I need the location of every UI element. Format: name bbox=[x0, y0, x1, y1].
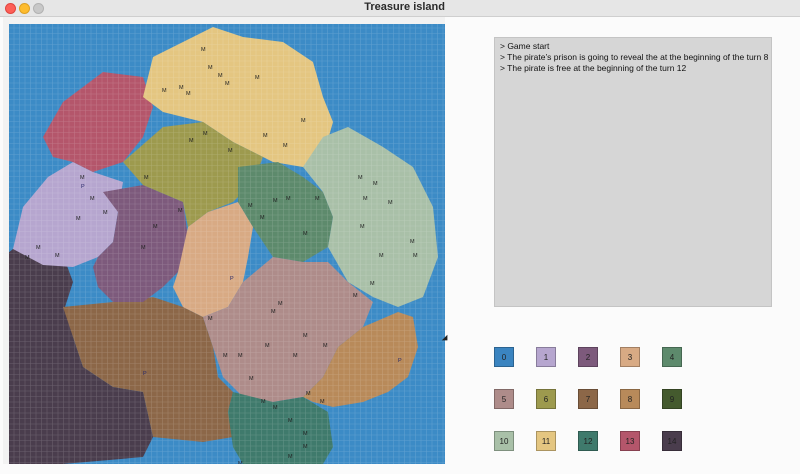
map-marker-m: M bbox=[103, 210, 108, 216]
map-marker-m: M bbox=[260, 215, 265, 221]
map-marker-m: M bbox=[203, 131, 208, 137]
map-marker-m: M bbox=[208, 65, 213, 71]
legend-swatch-5: 5 bbox=[494, 389, 514, 409]
map-marker-m: M bbox=[238, 353, 243, 359]
map-marker-m: M bbox=[208, 316, 213, 322]
map-marker-m: M bbox=[25, 255, 30, 261]
legend-swatch-8: 8 bbox=[620, 389, 640, 409]
map-marker-m: M bbox=[248, 203, 253, 209]
log-line: > The pirate is free at the beginning of… bbox=[500, 63, 687, 73]
window-title: Treasure island bbox=[364, 1, 445, 13]
map-marker-m: M bbox=[225, 81, 230, 87]
map-marker-p: P bbox=[143, 371, 147, 377]
map-marker-m: M bbox=[353, 293, 358, 299]
map-marker-m: M bbox=[288, 454, 293, 460]
map-marker-m: M bbox=[201, 47, 206, 53]
legend-swatch-1: 1 bbox=[536, 347, 556, 367]
map-marker-m: M bbox=[288, 418, 293, 424]
island-grid[interactable]: M M M M M M M M M M M M M M M M M M M M M M M M M M M M M M M M M M M M M M M M… bbox=[3, 17, 445, 464]
legend-swatch-11: 11 bbox=[536, 431, 556, 451]
legend-swatch-10: 10 bbox=[494, 431, 514, 451]
map-marker-m: M bbox=[370, 281, 375, 287]
map-marker-m: M bbox=[379, 253, 384, 259]
region-legend: 0 1 2 3 4 5 6 7 8 9 10 11 12 13 14 bbox=[494, 347, 694, 457]
map-marker-m: M bbox=[80, 175, 85, 181]
map-marker-m: M bbox=[90, 196, 95, 202]
island-map[interactable]: M M M M M M M M M M M M M M M M M M M M M M M M M M M M M M M M M M M M M M M M… bbox=[3, 17, 445, 464]
map-marker-m: M bbox=[388, 200, 393, 206]
game-log-panel: > Game start > The pirate’s prison is go… bbox=[494, 37, 772, 307]
row-index-strip bbox=[3, 17, 9, 464]
map-marker-m: M bbox=[76, 216, 81, 222]
map-marker-m: M bbox=[278, 301, 283, 307]
map-marker-m: M bbox=[306, 391, 311, 397]
map-marker-m: M bbox=[144, 175, 149, 181]
map-marker-m: M bbox=[286, 196, 291, 202]
map-marker-m: M bbox=[223, 353, 228, 359]
legend-swatch-0: 0 bbox=[494, 347, 514, 367]
map-marker-m: M bbox=[315, 196, 320, 202]
map-marker-m: M bbox=[323, 343, 328, 349]
map-marker-m: M bbox=[301, 118, 306, 124]
legend-swatch-7: 7 bbox=[578, 389, 598, 409]
map-marker-m: M bbox=[141, 245, 146, 251]
legend-swatch-13: 13 bbox=[620, 431, 640, 451]
map-marker-m: M bbox=[189, 138, 194, 144]
legend-swatch-9: 9 bbox=[662, 389, 682, 409]
legend-swatch-2: 2 bbox=[578, 347, 598, 367]
map-marker-m: M bbox=[320, 399, 325, 405]
map-marker-m: M bbox=[283, 143, 288, 149]
map-marker-m: M bbox=[178, 208, 183, 214]
map-marker-p: P bbox=[230, 276, 234, 282]
map-marker-m: M bbox=[218, 73, 223, 79]
map-marker-m: M bbox=[186, 91, 191, 97]
map-marker-m: M bbox=[413, 253, 418, 259]
map-marker-p: P bbox=[398, 358, 402, 364]
map-marker-m: M bbox=[293, 353, 298, 359]
map-marker-m: M bbox=[303, 444, 308, 450]
map-marker-m: M bbox=[162, 88, 167, 94]
map-marker-m: M bbox=[273, 198, 278, 204]
map-marker-p: P bbox=[81, 184, 85, 190]
legend-swatch-3: 3 bbox=[620, 347, 640, 367]
map-marker-m: M bbox=[303, 231, 308, 237]
map-marker-m: M bbox=[358, 175, 363, 181]
map-marker-m: M bbox=[249, 376, 254, 382]
log-line: > The pirate’s prison is going to reveal… bbox=[500, 52, 769, 62]
map-marker-m: M bbox=[153, 224, 158, 230]
app-window: Treasure island MMMMMMMMMMMMMMMMMMMMMMMM… bbox=[0, 0, 800, 474]
map-marker-m: M bbox=[263, 133, 268, 139]
map-marker-m: M bbox=[265, 343, 270, 349]
log-line: > Game start bbox=[500, 41, 550, 51]
map-marker-m: M bbox=[373, 181, 378, 187]
map-marker-m: M bbox=[363, 196, 368, 202]
legend-swatch-12: 12 bbox=[578, 431, 598, 451]
map-marker-m: M bbox=[255, 75, 260, 81]
legend-swatch-14: 14 bbox=[662, 431, 682, 451]
title-bar: Treasure island bbox=[0, 0, 800, 17]
map-marker-m: M bbox=[271, 309, 276, 315]
legend-swatch-6: 6 bbox=[536, 389, 556, 409]
map-marker-m: M bbox=[360, 224, 365, 230]
map-marker-m: M bbox=[179, 85, 184, 91]
legend-swatch-4: 4 bbox=[662, 347, 682, 367]
column-index-strip bbox=[3, 17, 445, 24]
map-marker-m: M bbox=[410, 239, 415, 245]
map-marker-m: M bbox=[228, 148, 233, 154]
map-marker-m: M bbox=[261, 399, 266, 405]
map-marker-m: M bbox=[303, 333, 308, 339]
map-marker-m: M bbox=[55, 253, 60, 259]
map-marker-m: M bbox=[273, 405, 278, 411]
map-marker-m: M bbox=[303, 431, 308, 437]
map-marker-m: M bbox=[36, 245, 41, 251]
map-marker-m: M bbox=[238, 461, 243, 464]
